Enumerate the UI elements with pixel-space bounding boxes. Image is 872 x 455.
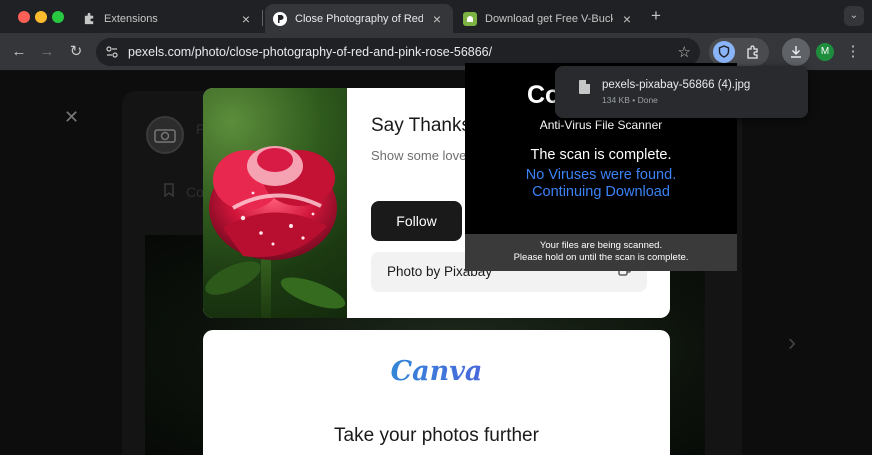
- url-text[interactable]: pexels.com/photo/close-photography-of-re…: [128, 45, 492, 59]
- tab-strip: Extensions × Close Photography of Red an…: [0, 0, 872, 33]
- page-viewport: ✕ P Co › Say Thanks Show some love Follo…: [0, 71, 872, 455]
- back-button[interactable]: ←: [9, 42, 29, 62]
- scan-footer-line: Your files are being scanned.: [539, 240, 663, 251]
- follow-button[interactable]: Follow: [371, 201, 462, 241]
- tab-search-button[interactable]: ⌄: [844, 6, 864, 26]
- browser-menu-button[interactable]: ⋮: [844, 42, 862, 62]
- scan-footer-line: Please hold on until the scan is complet…: [513, 252, 689, 263]
- rose-thumbnail: [203, 88, 347, 318]
- download-filename[interactable]: pexels-pixabay-56866 (4).jpg: [602, 79, 750, 91]
- tab-close-icon[interactable]: ×: [238, 11, 254, 27]
- android-icon: [463, 11, 477, 26]
- download-status: 134 KB • Done: [602, 95, 658, 105]
- new-tab-button[interactable]: +: [646, 6, 666, 26]
- shield-extension-icon[interactable]: [713, 41, 735, 63]
- tab-divider: [262, 10, 263, 26]
- address-bar[interactable]: pexels.com/photo/close-photography-of-re…: [96, 38, 700, 66]
- canva-heading: Take your photos further: [334, 425, 539, 446]
- photographer-avatar: [146, 116, 184, 154]
- tab-pexels[interactable]: Close Photography of Red and ×: [265, 4, 453, 33]
- pexels-icon: [273, 11, 287, 26]
- reload-button[interactable]: ↻: [66, 42, 86, 62]
- canva-promo-card: Canva Take your photos further: [203, 330, 670, 455]
- tab-title: Close Photography of Red and: [295, 12, 423, 25]
- scan-complete-text: The scan is complete.: [530, 147, 672, 163]
- tab-close-icon[interactable]: ×: [619, 11, 635, 27]
- tab-title: Download get Free V-Bucks: [485, 12, 613, 25]
- no-viruses-text: No Viruses were found.: [525, 167, 677, 183]
- tab-title: Extensions: [104, 12, 158, 25]
- forward-button[interactable]: →: [37, 42, 57, 62]
- tab-extensions[interactable]: Extensions ×: [74, 4, 262, 33]
- scan-popup-footer: Your files are being scanned. Please hol…: [465, 234, 737, 271]
- downloads-bubble[interactable]: pexels-pixabay-56866 (4).jpg 134 KB • Do…: [555, 66, 808, 118]
- extensions-area: [709, 38, 769, 66]
- profile-avatar[interactable]: M: [816, 43, 834, 61]
- extensions-puzzle-icon[interactable]: [743, 42, 763, 62]
- tab-vbucks[interactable]: Download get Free V-Bucks ×: [455, 4, 643, 33]
- collect-button[interactable]: Co: [186, 184, 204, 200]
- canva-logo: Canva: [203, 356, 670, 387]
- file-icon: [579, 80, 590, 94]
- say-thanks-heading: Say Thanks: [371, 115, 471, 136]
- window-zoom-button[interactable]: [52, 11, 64, 23]
- site-info-icon[interactable]: [105, 45, 119, 59]
- bookmark-star-icon[interactable]: ☆: [678, 43, 691, 61]
- bookmark-icon[interactable]: [163, 183, 175, 200]
- tab-close-icon[interactable]: ×: [429, 11, 445, 27]
- continuing-download-text: Continuing Download: [532, 184, 670, 200]
- scan-popup-subtitle: Anti-Virus File Scanner: [539, 118, 663, 132]
- next-photo-icon[interactable]: ›: [788, 329, 796, 357]
- window-close-button[interactable]: [18, 11, 30, 23]
- downloads-button[interactable]: [782, 38, 810, 66]
- window-minimize-button[interactable]: [35, 11, 47, 23]
- photo-close-icon[interactable]: ✕: [64, 107, 79, 128]
- puzzle-icon: [82, 12, 96, 26]
